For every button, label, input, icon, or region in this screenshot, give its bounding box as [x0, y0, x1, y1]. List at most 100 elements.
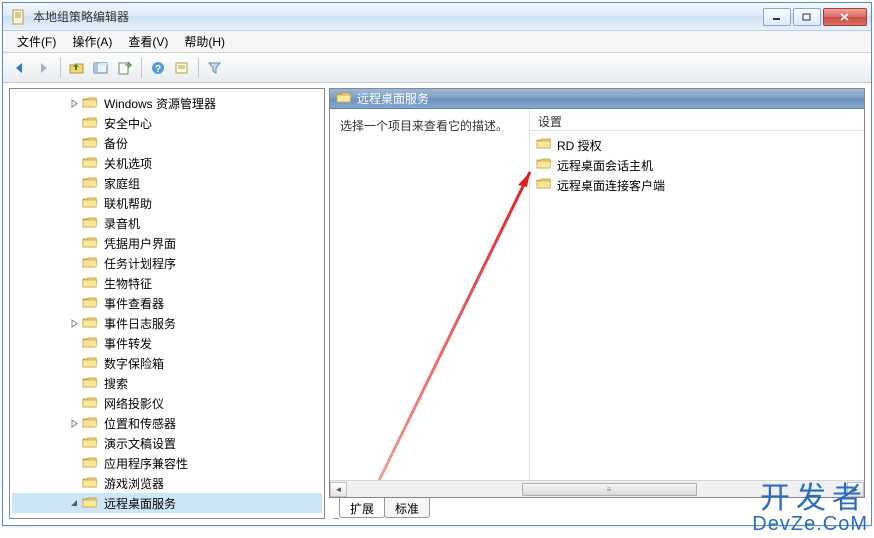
help-button[interactable]: ? [147, 57, 169, 79]
folder-icon [82, 176, 98, 190]
setting-item-label: 远程桌面会话主机 [557, 157, 653, 174]
back-button[interactable] [9, 57, 31, 79]
folder-icon [82, 136, 98, 150]
tree-node[interactable]: 搜索 [12, 373, 322, 393]
tree-node[interactable]: Windows 资源管理器 [12, 93, 322, 113]
tree-node[interactable]: 录音机 [12, 213, 322, 233]
expander-icon[interactable] [68, 297, 80, 309]
tree-pane[interactable]: Windows 资源管理器安全中心备份关机选项家庭组联机帮助录音机凭据用户界面任… [9, 88, 325, 519]
tree-node[interactable]: 任务计划程序 [12, 253, 322, 273]
tree-node[interactable]: 生物特征 [12, 273, 322, 293]
expander-icon[interactable] [68, 457, 80, 469]
expander-icon[interactable] [68, 157, 80, 169]
titlebar[interactable]: 本地组策略编辑器 [3, 3, 871, 31]
toolbar: ? [3, 53, 871, 83]
tree-node[interactable]: 演示文稿设置 [12, 433, 322, 453]
tree-node-label: 网络投影仪 [102, 395, 166, 412]
settings-column: 设置 RD 授权远程桌面会话主机远程桌面连接客户端 [530, 109, 864, 480]
expander-icon[interactable] [68, 317, 80, 329]
tree-node[interactable]: 安全中心 [12, 113, 322, 133]
show-pane-button[interactable] [90, 57, 112, 79]
tree-node[interactable]: 游戏浏览器 [12, 473, 322, 493]
tree-node[interactable]: 事件日志服务 [12, 313, 322, 333]
menu-view[interactable]: 查看(V) [120, 31, 176, 52]
menu-action[interactable]: 操作(A) [64, 31, 120, 52]
tree-node[interactable]: 位置和传感器 [12, 413, 322, 433]
tree-node[interactable]: 网络投影仪 [12, 393, 322, 413]
scroll-thumb[interactable]: ≡ [522, 483, 697, 496]
expander-icon[interactable] [68, 477, 80, 489]
tree-node-label: 家庭组 [102, 175, 142, 192]
folder-icon [82, 276, 98, 290]
setting-item-label: 远程桌面连接客户端 [557, 177, 665, 194]
maximize-button[interactable] [793, 8, 821, 26]
close-button[interactable] [823, 8, 867, 26]
details-header: 远程桌面服务 [330, 89, 864, 109]
tree-node[interactable]: 联机帮助 [12, 193, 322, 213]
expander-icon[interactable] [68, 197, 80, 209]
folder-icon [82, 116, 98, 130]
setting-item[interactable]: 远程桌面连接客户端 [536, 175, 858, 195]
tree-node-label: 事件转发 [102, 335, 154, 352]
expander-icon[interactable] [68, 177, 80, 189]
folder-icon [82, 436, 98, 450]
toolbar-separator [198, 58, 199, 78]
tree-node[interactable]: 应用程序兼容性 [12, 453, 322, 473]
menu-help[interactable]: 帮助(H) [176, 31, 233, 52]
tree-node-label: 安全中心 [102, 115, 154, 132]
expander-icon[interactable] [68, 417, 80, 429]
folder-icon [536, 137, 552, 153]
expander-icon[interactable] [68, 497, 80, 509]
expander-icon[interactable] [68, 217, 80, 229]
expander-icon[interactable] [68, 357, 80, 369]
description-text: 选择一个项目来查看它的描述。 [340, 119, 508, 133]
tree-node-label: 生物特征 [102, 275, 154, 292]
tree-node-label: 数字保险箱 [102, 355, 166, 372]
expander-icon[interactable] [68, 137, 80, 149]
folder-icon [82, 216, 98, 230]
menu-file[interactable]: 文件(F) [9, 31, 64, 52]
folder-icon [82, 96, 98, 110]
folder-icon [82, 456, 98, 470]
tree-node-label: 凭据用户界面 [102, 235, 178, 252]
tree-node-label: 应用程序兼容性 [102, 455, 190, 472]
tree-node[interactable]: 家庭组 [12, 173, 322, 193]
tree-node[interactable]: 事件转发 [12, 333, 322, 353]
filter-button[interactable] [204, 57, 226, 79]
properties-button[interactable] [171, 57, 193, 79]
tree-node[interactable]: 凭据用户界面 [12, 233, 322, 253]
expander-icon[interactable] [68, 117, 80, 129]
expander-icon[interactable] [68, 97, 80, 109]
expander-icon[interactable] [68, 437, 80, 449]
scroll-left-button[interactable]: ◄ [330, 482, 347, 497]
tree-node[interactable]: 备份 [12, 133, 322, 153]
menubar: 文件(F) 操作(A) 查看(V) 帮助(H) [3, 31, 871, 53]
folder-icon [82, 496, 98, 510]
settings-header[interactable]: 设置 [530, 109, 864, 131]
details-area: 远程桌面服务 选择一个项目来查看它的描述。 设置 RD 授权远程桌面会话主机远程… [329, 88, 865, 498]
expander-icon[interactable] [68, 337, 80, 349]
description-column: 选择一个项目来查看它的描述。 [330, 109, 530, 480]
tree-node[interactable]: 关机选项 [12, 153, 322, 173]
folder-icon [82, 356, 98, 370]
folder-icon [82, 236, 98, 250]
tree-node[interactable]: 远程桌面服务 [12, 493, 322, 513]
up-folder-button[interactable] [66, 57, 88, 79]
expander-icon[interactable] [68, 257, 80, 269]
watermark-line2: DevZe.CoM [752, 514, 868, 534]
forward-button[interactable] [33, 57, 55, 79]
expander-icon[interactable] [68, 397, 80, 409]
export-button[interactable] [114, 57, 136, 79]
folder-icon [82, 316, 98, 330]
expander-icon[interactable] [68, 377, 80, 389]
tree-node[interactable]: 事件查看器 [12, 293, 322, 313]
tree-node[interactable]: 数字保险箱 [12, 353, 322, 373]
expander-icon[interactable] [68, 277, 80, 289]
setting-item[interactable]: 远程桌面会话主机 [536, 155, 858, 175]
tab-standard[interactable]: 标准 [384, 498, 430, 518]
tab-extended[interactable]: 扩展 [339, 498, 385, 518]
expander-icon[interactable] [68, 237, 80, 249]
setting-item[interactable]: RD 授权 [536, 135, 858, 155]
app-icon [11, 9, 27, 25]
minimize-button[interactable] [763, 8, 791, 26]
